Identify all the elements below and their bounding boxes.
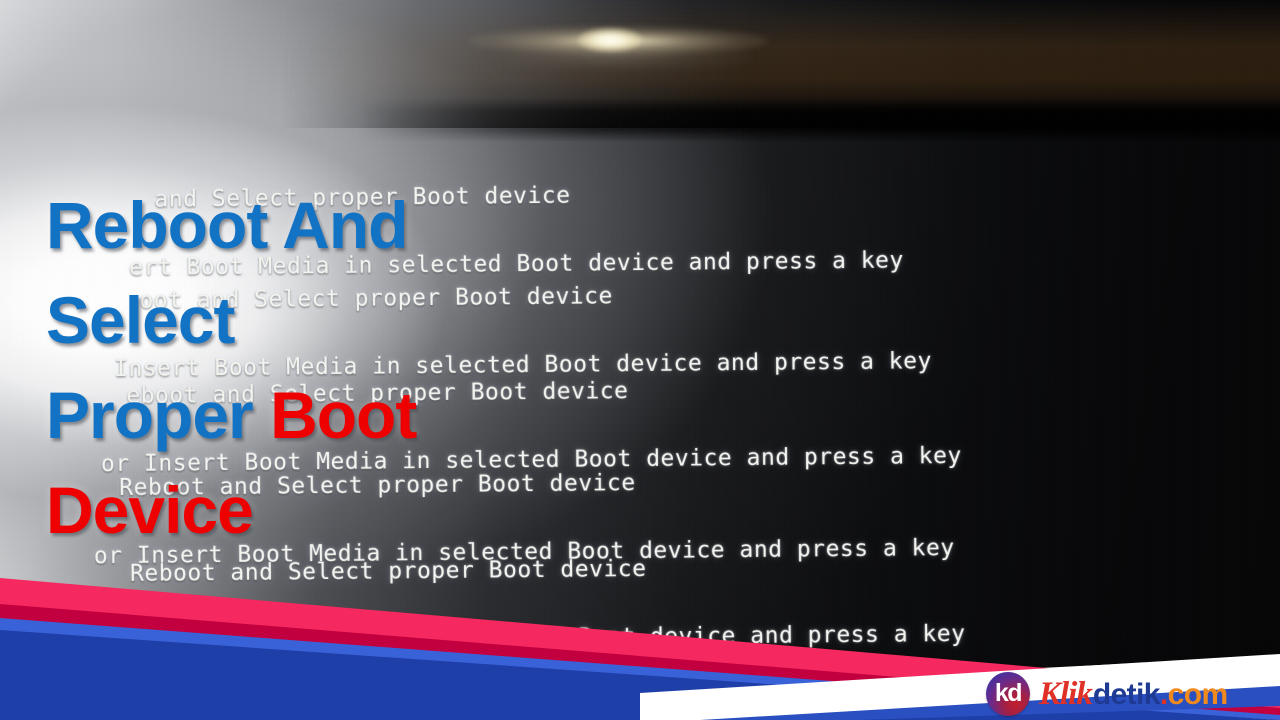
bios-message-line-2: or Insert Boot Media in selected Boot de…: [104, 620, 966, 656]
headline-line-1: Reboot And: [46, 188, 408, 262]
screenshot-canvas: and Select proper Boot device ert Boot M…: [0, 0, 1280, 720]
headline-overlay: Reboot And Select Proper Boot Device: [46, 178, 656, 558]
logo-word-com: com: [1167, 677, 1228, 711]
brand-logo[interactable]: kd Klik detik . com: [986, 671, 1228, 717]
headline-line-3-red: Boot: [270, 378, 417, 452]
logo-word-klik: Klik: [1039, 675, 1093, 712]
headline-line-3: Proper Boot: [46, 368, 656, 463]
logo-badge-icon: kd: [986, 672, 1030, 716]
logo-word-dot: .: [1159, 677, 1168, 711]
headline-line-2: Select: [46, 283, 235, 357]
headline-line-4: Device: [46, 473, 254, 547]
logo-word-detik: detik: [1092, 677, 1161, 711]
headline-line-3-blue: Proper: [46, 378, 271, 452]
logo-wordmark: Klik detik . com: [1039, 675, 1228, 712]
logo-badge-text: kd: [994, 679, 1023, 707]
